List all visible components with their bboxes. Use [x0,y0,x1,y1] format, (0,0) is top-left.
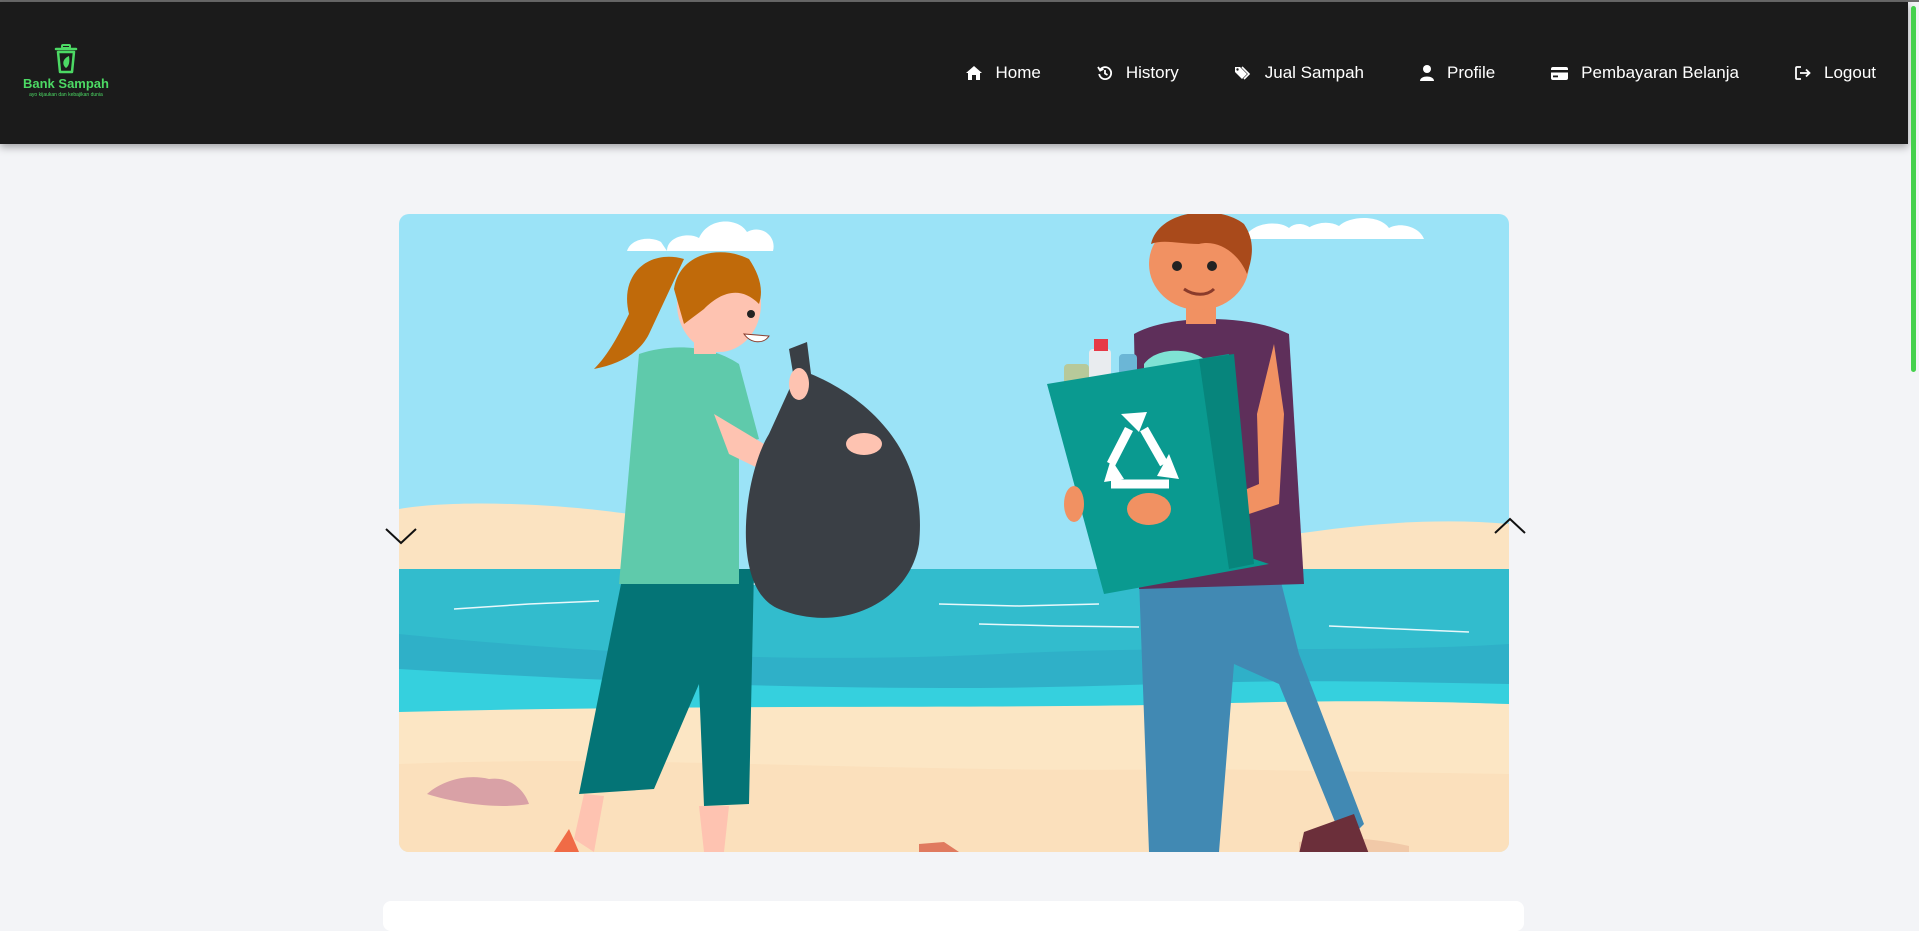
beach-cleanup-illustration [399,214,1509,852]
chevron-down-icon [385,528,417,545]
nav-pembayaran-belanja-label: Pembayaran Belanja [1581,63,1739,82]
main-nav: Home History Jual Sampah Profile Pembaya… [910,2,1876,144]
nav-home[interactable]: Home [966,63,1041,83]
brand-title: Bank Sampah [23,76,109,91]
logout-icon [1795,66,1811,80]
carousel-next-button[interactable] [1493,516,1527,541]
chevron-up-icon [1494,517,1526,534]
nav-history[interactable]: History [1097,63,1179,83]
credit-card-icon [1551,66,1569,80]
trash-leaf-icon [54,44,78,74]
tags-icon [1234,65,1250,80]
brand-tagline: ayo kijaukan dan kebajikan dunia [29,92,103,98]
carousel-prev-button[interactable] [384,526,418,551]
nav-profile-label: Profile [1446,63,1496,82]
brand-logo[interactable]: Bank Sampah ayo kijaukan dan kebajikan d… [20,44,112,98]
nav-pembayaran-belanja[interactable]: Pembayaran Belanja [1551,63,1739,83]
user-icon [1419,65,1434,81]
nav-logout[interactable]: Logout [1795,63,1876,83]
content-card [383,901,1524,931]
nav-history-label: History [1125,63,1179,82]
nav-jual-sampah[interactable]: Jual Sampah [1234,63,1364,83]
history-icon [1097,66,1112,80]
nav-home-label: Home [995,63,1041,82]
nav-jual-sampah-label: Jual Sampah [1264,63,1364,82]
nav-profile[interactable]: Profile [1419,63,1496,83]
home-icon [966,66,983,80]
page-scrollbar[interactable] [1911,6,1916,372]
nav-logout-label: Logout [1824,63,1876,82]
navbar: Bank Sampah ayo kijaukan dan kebajikan d… [0,2,1908,144]
carousel-slide [399,214,1509,852]
